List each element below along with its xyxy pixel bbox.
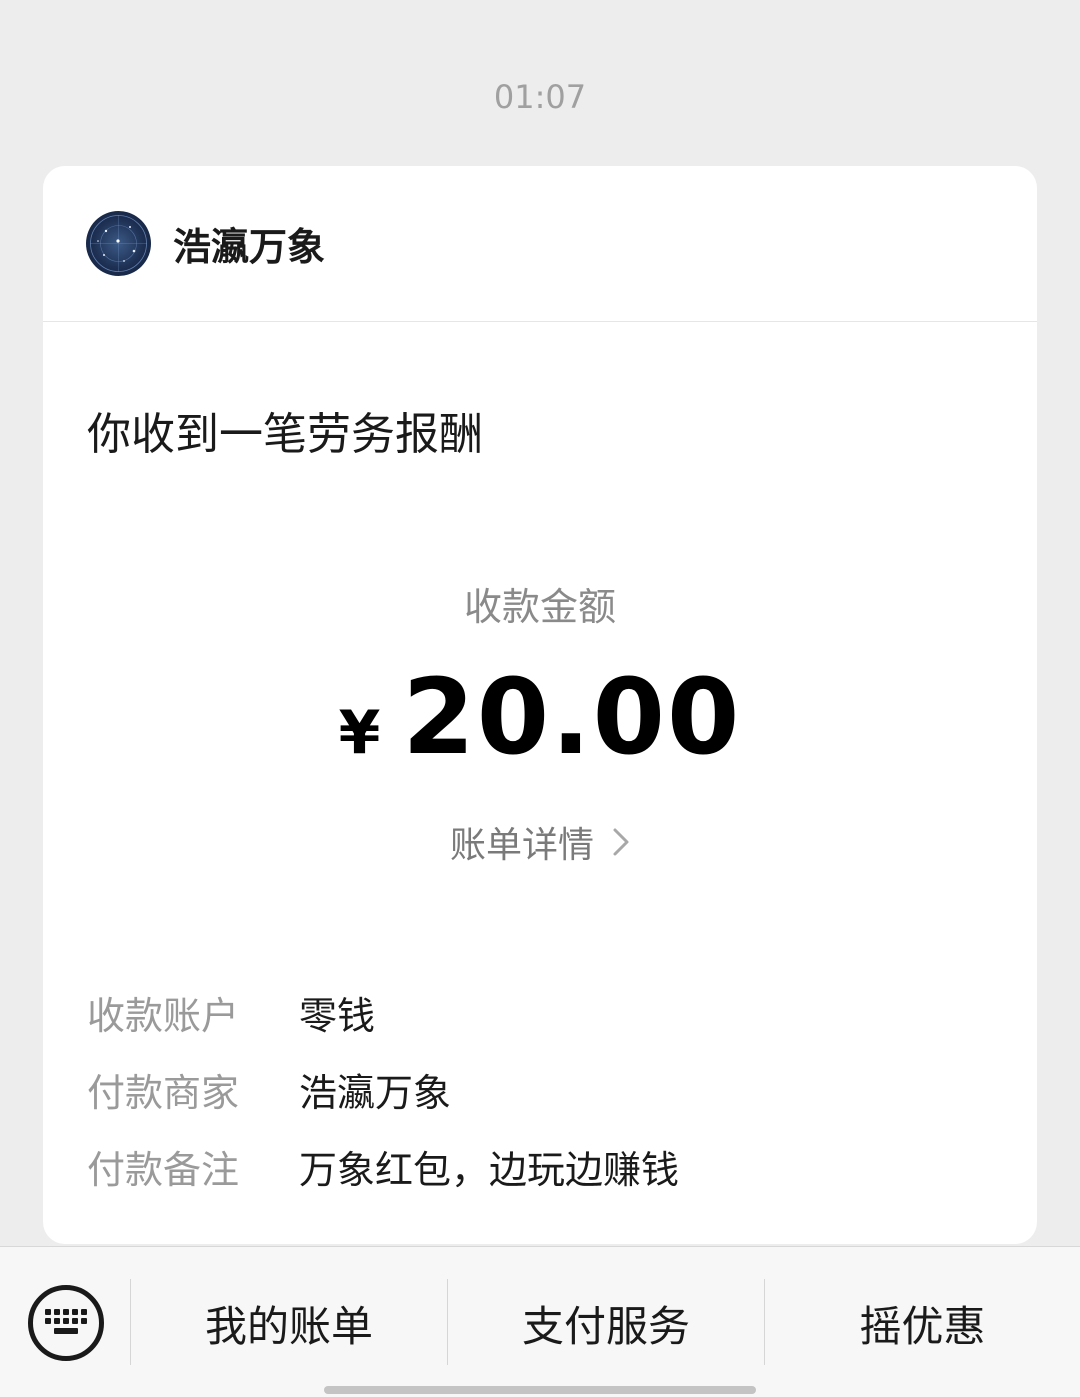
menu-item-shake-discount[interactable]: 摇优惠 — [765, 1293, 1080, 1353]
detail-row-merchant: 付款商家 浩瀛万象 — [87, 1051, 679, 1128]
keyboard-icon — [45, 1309, 87, 1334]
amount-display: ¥ 20.00 — [43, 656, 1037, 778]
merchant-avatar[interactable] — [86, 211, 151, 276]
detail-value: 浩瀛万象 — [299, 1071, 452, 1115]
payment-card[interactable]: 浩瀛万象 你收到一笔劳务报酬 收款金额 ¥ 20.00 账单详情 收款账户 零钱… — [43, 166, 1037, 1244]
bill-details-link[interactable]: 账单详情 — [43, 816, 1037, 868]
detail-key: 付款备注 — [87, 1148, 240, 1192]
chevron-right-icon — [613, 828, 629, 856]
detail-key: 收款账户 — [87, 994, 240, 1038]
bottom-menu-bar: 我的账单 支付服务 摇优惠 — [0, 1246, 1080, 1397]
star-map-icon — [90, 215, 147, 272]
message-timestamp: 01:07 — [493, 78, 587, 116]
amount-label: 收款金额 — [463, 585, 616, 629]
details-list: 收款账户 零钱 付款商家 浩瀛万象 付款备注 万象红包，边玩边赚钱 — [87, 974, 679, 1205]
keyboard-toggle-button[interactable] — [28, 1285, 104, 1361]
menu-item-payment-service[interactable]: 支付服务 — [448, 1293, 764, 1353]
detail-key: 付款商家 — [87, 1071, 240, 1115]
bill-details-label: 账单详情 — [449, 825, 594, 866]
detail-value: 零钱 — [299, 994, 376, 1038]
notice-title: 你收到一笔劳务报酬 — [87, 409, 483, 460]
detail-row-remark: 付款备注 万象红包，边玩边赚钱 — [87, 1128, 679, 1205]
currency-symbol: ¥ — [338, 698, 381, 768]
menu-item-my-bill[interactable]: 我的账单 — [131, 1293, 447, 1353]
home-indicator[interactable] — [324, 1386, 756, 1394]
payment-notification-screen: 01:07 浩瀛万象 你收到一笔劳务报酬 收款金额 ¥ 20.00 账单详情 收… — [0, 0, 1080, 1397]
merchant-name[interactable]: 浩瀛万象 — [173, 216, 325, 271]
detail-row-account: 收款账户 零钱 — [87, 974, 679, 1051]
detail-value: 万象红包，边玩边赚钱 — [299, 1148, 680, 1192]
card-header[interactable]: 浩瀛万象 — [43, 166, 1037, 322]
amount-value: 20.00 — [402, 656, 742, 778]
